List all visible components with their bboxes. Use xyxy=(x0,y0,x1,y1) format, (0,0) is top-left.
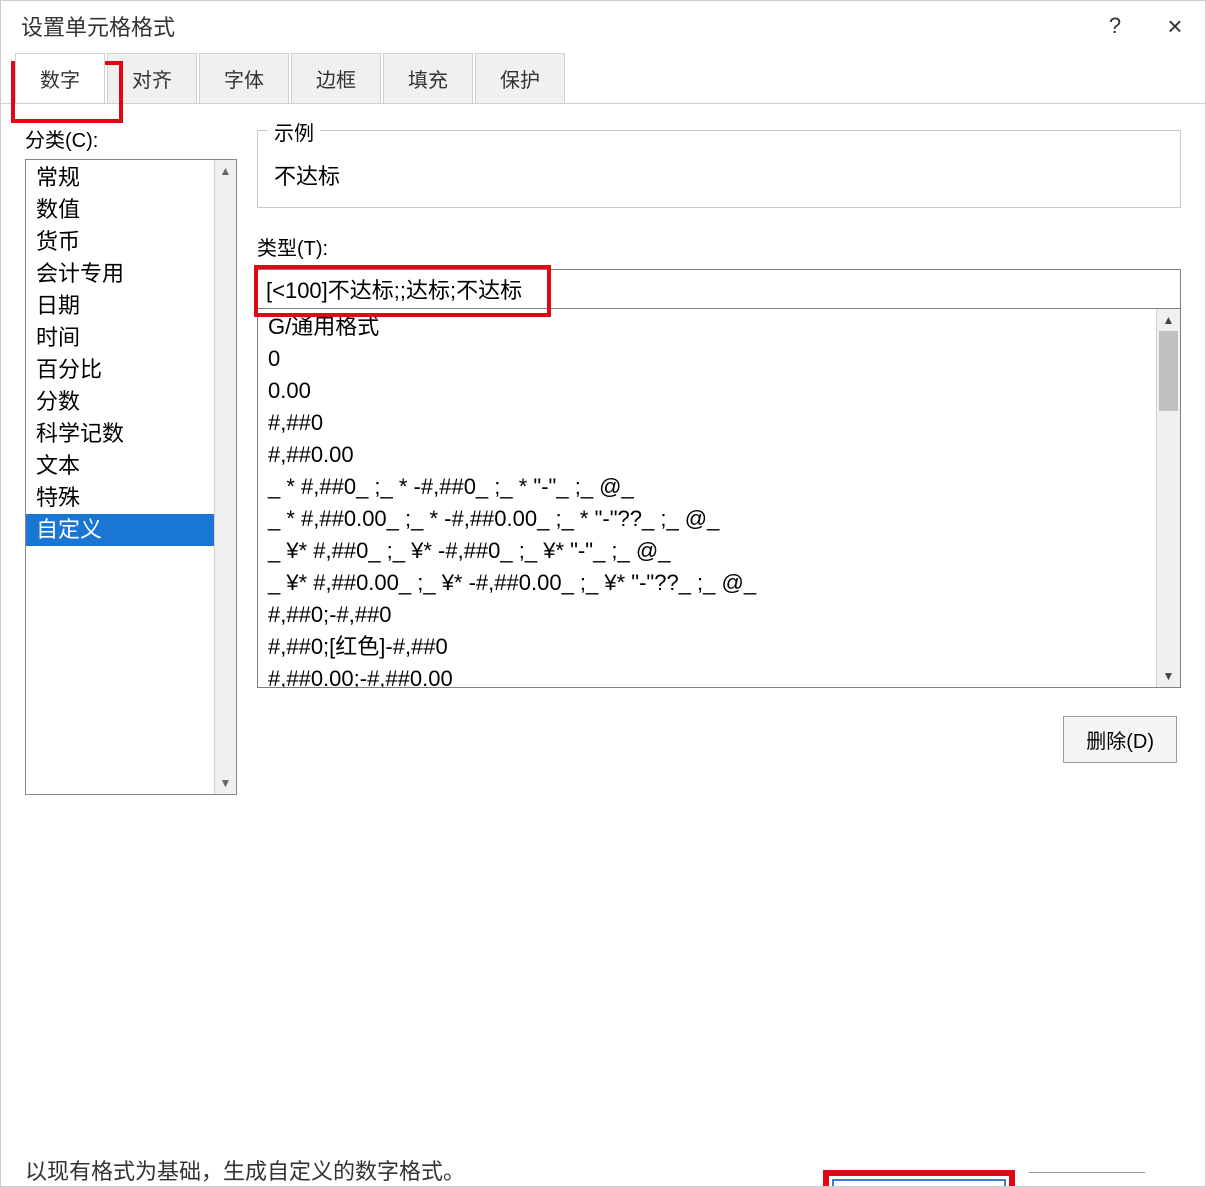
tab-number[interactable]: 数字 xyxy=(15,53,105,103)
tab-strip: 数字 对齐 字体 边框 填充 保护 xyxy=(1,53,1205,104)
category-item-text[interactable]: 文本 xyxy=(26,450,214,482)
format-item[interactable]: _ ¥* #,##0.00_ ;_ ¥* -#,##0.00_ ;_ ¥* "-… xyxy=(258,567,1156,599)
type-input[interactable] xyxy=(257,269,1181,309)
format-item[interactable]: #,##0.00;-#,##0.00 xyxy=(258,663,1156,687)
category-item-custom[interactable]: 自定义 xyxy=(26,514,214,546)
category-column: 分类(C): 常规 数值 货币 会计专用 日期 时间 百分比 分数 科学记数 文… xyxy=(25,124,237,1122)
format-cells-dialog: 设置单元格格式 ? × 数字 对齐 字体 边框 填充 保护 分类(C): 常规 … xyxy=(0,0,1206,1187)
highlight-ok-button xyxy=(823,1170,1015,1186)
category-item-special[interactable]: 特殊 xyxy=(26,482,214,514)
category-list-box: 常规 数值 货币 会计专用 日期 时间 百分比 分数 科学记数 文本 特殊 自定… xyxy=(25,159,237,795)
dialog-title: 设置单元格格式 xyxy=(21,10,175,42)
format-item[interactable]: #,##0 xyxy=(258,407,1156,439)
titlebar: 设置单元格格式 ? × xyxy=(1,1,1205,51)
content-area: 分类(C): 常规 数值 货币 会计专用 日期 时间 百分比 分数 科学记数 文… xyxy=(1,104,1205,1142)
format-item[interactable]: _ * #,##0.00_ ;_ * -#,##0.00_ ;_ * "-"??… xyxy=(258,503,1156,535)
category-item-accounting[interactable]: 会计专用 xyxy=(26,258,214,290)
category-label: 分类(C): xyxy=(25,124,237,153)
category-item-general[interactable]: 常规 xyxy=(26,162,214,194)
delete-button[interactable]: 删除(D) xyxy=(1063,716,1177,763)
category-list[interactable]: 常规 数值 货币 会计专用 日期 时间 百分比 分数 科学记数 文本 特殊 自定… xyxy=(26,160,214,794)
category-item-currency[interactable]: 货币 xyxy=(26,226,214,258)
format-item[interactable]: _ * #,##0_ ;_ * -#,##0_ ;_ * "-"_ ;_ @_ xyxy=(258,471,1156,503)
format-item[interactable]: #,##0;[红色]-#,##0 xyxy=(258,631,1156,663)
format-item[interactable]: #,##0;-#,##0 xyxy=(258,599,1156,631)
format-item[interactable]: 0 xyxy=(258,343,1156,375)
format-item[interactable]: 0.00 xyxy=(258,375,1156,407)
scroll-thumb[interactable] xyxy=(1159,331,1178,411)
format-item[interactable]: #,##0.00 xyxy=(258,439,1156,471)
sample-box: 示例 不达标 xyxy=(257,130,1181,208)
ok-button[interactable] xyxy=(832,1179,1006,1186)
bottom-button-bar xyxy=(1,1166,1205,1186)
tab-alignment[interactable]: 对齐 xyxy=(107,53,197,103)
delete-row: 删除(D) xyxy=(257,716,1181,763)
format-item[interactable]: G/通用格式 xyxy=(258,311,1156,343)
tab-protection[interactable]: 保护 xyxy=(475,53,565,103)
tab-font[interactable]: 字体 xyxy=(199,53,289,103)
help-button[interactable]: ? xyxy=(1101,13,1129,39)
type-input-wrap xyxy=(257,269,1181,309)
details-column: 示例 不达标 类型(T): G/通用格式 0 0.00 #,##0 #,##0.… xyxy=(257,124,1181,1122)
category-item-percentage[interactable]: 百分比 xyxy=(26,354,214,386)
tab-border[interactable]: 边框 xyxy=(291,53,381,103)
format-scrollbar[interactable]: ▲ ▼ xyxy=(1156,309,1180,687)
scroll-down-icon[interactable]: ▼ xyxy=(1157,665,1180,687)
category-item-scientific[interactable]: 科学记数 xyxy=(26,418,214,450)
title-buttons: ? × xyxy=(1101,11,1189,42)
cancel-button-edge[interactable] xyxy=(1029,1172,1145,1186)
category-item-number[interactable]: 数值 xyxy=(26,194,214,226)
scroll-up-icon[interactable]: ▲ xyxy=(1157,309,1180,331)
type-label: 类型(T): xyxy=(257,232,1181,261)
scroll-down-icon[interactable]: ▼ xyxy=(220,772,232,794)
format-list[interactable]: G/通用格式 0 0.00 #,##0 #,##0.00 _ * #,##0_ … xyxy=(258,309,1156,687)
sample-legend: 示例 xyxy=(268,117,320,146)
category-item-date[interactable]: 日期 xyxy=(26,290,214,322)
category-item-time[interactable]: 时间 xyxy=(26,322,214,354)
scroll-up-icon[interactable]: ▲ xyxy=(220,160,232,182)
format-item[interactable]: _ ¥* #,##0_ ;_ ¥* -#,##0_ ;_ ¥* "-"_ ;_ … xyxy=(258,535,1156,567)
tab-fill[interactable]: 填充 xyxy=(383,53,473,103)
sample-value: 不达标 xyxy=(274,145,1164,191)
close-button[interactable]: × xyxy=(1161,11,1189,42)
category-scrollbar[interactable]: ▲ ▼ xyxy=(214,160,236,794)
scroll-track[interactable] xyxy=(1157,331,1180,665)
format-list-box: G/通用格式 0 0.00 #,##0 #,##0.00 _ * #,##0_ … xyxy=(257,309,1181,688)
category-item-fraction[interactable]: 分数 xyxy=(26,386,214,418)
